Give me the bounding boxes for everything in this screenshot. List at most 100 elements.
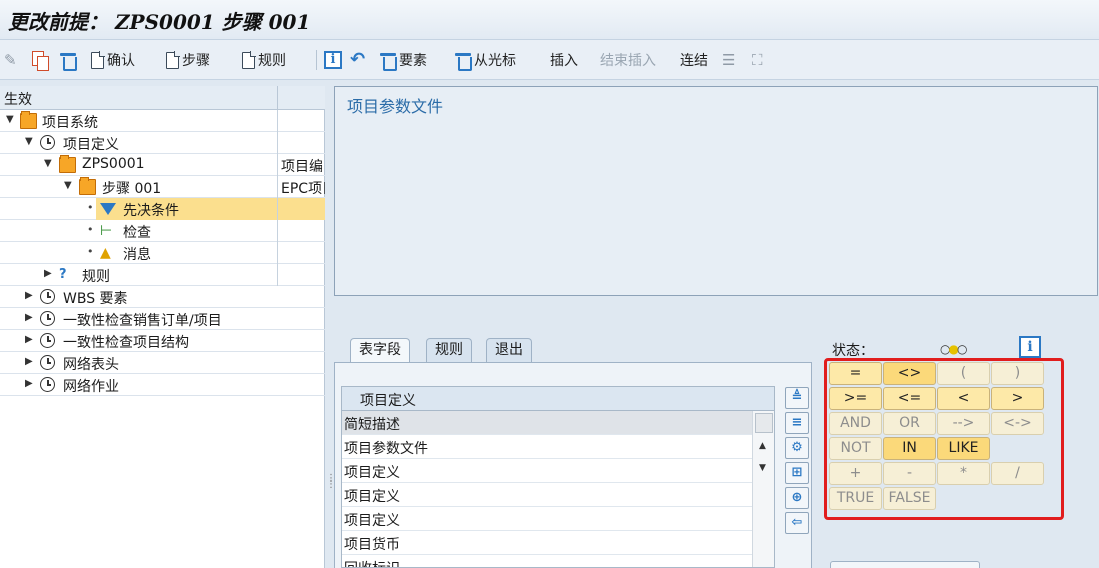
copy-button[interactable] bbox=[32, 48, 49, 72]
op-equivalent-button[interactable]: <-> bbox=[991, 412, 1044, 435]
clock-icon bbox=[40, 377, 55, 392]
op-multiply-button[interactable]: * bbox=[937, 462, 990, 485]
op-not-button[interactable]: NOT bbox=[829, 437, 882, 460]
tree-node-network-header[interactable]: ▶ 网络表头 bbox=[0, 352, 325, 374]
tree-node-label: 先决条件 bbox=[123, 203, 179, 219]
op-close-paren-button[interactable]: ) bbox=[991, 362, 1044, 385]
from-cursor-button[interactable]: 从光标 bbox=[455, 48, 516, 72]
op-implies-button[interactable]: --> bbox=[937, 412, 990, 435]
funnel-icon bbox=[100, 203, 116, 215]
tree-node-prerequisite[interactable]: • 先决条件 bbox=[0, 198, 325, 220]
op-minus-button[interactable]: - bbox=[883, 462, 936, 485]
scroll-thumb[interactable] bbox=[755, 413, 773, 433]
clock-icon bbox=[40, 289, 55, 304]
display-change-button[interactable]: ✎ bbox=[4, 48, 22, 72]
expand-arrow-icon[interactable]: ▶ bbox=[25, 378, 33, 389]
op-lt-button[interactable]: < bbox=[937, 387, 990, 410]
glasses-pencil-icon: ✎ bbox=[4, 51, 17, 69]
op-false-button[interactable]: FALSE bbox=[883, 487, 936, 510]
tab-exit[interactable]: 退出 bbox=[486, 338, 532, 362]
step-button[interactable]: 步骤 bbox=[166, 48, 210, 72]
info-icon[interactable]: i bbox=[1019, 336, 1041, 358]
field-details-button[interactable]: ⚙ bbox=[785, 437, 809, 459]
tree-node-wbs[interactable]: ▶ WBS 要素 bbox=[0, 286, 325, 308]
tree-node-structure-check[interactable]: ▶ 一致性检查项目结构 bbox=[0, 330, 325, 352]
delete-line-button[interactable]: ☰ bbox=[722, 48, 740, 72]
scroll-down-icon[interactable]: ▼ bbox=[759, 463, 766, 473]
confirm-button[interactable]: 确认 bbox=[91, 48, 135, 72]
tree-node-network-activity[interactable]: ▶ 网络作业 bbox=[0, 374, 325, 396]
tree-node-message[interactable]: • ▲ 消息 bbox=[0, 242, 325, 264]
top-button[interactable]: ≜ bbox=[785, 387, 809, 409]
tree-node-description: EPC项目 bbox=[281, 181, 325, 197]
op-divide-button[interactable]: / bbox=[991, 462, 1044, 485]
tree-node-check[interactable]: • ⊢ 检查 bbox=[0, 220, 325, 242]
tree-node-label: ZPS0001 bbox=[82, 156, 145, 172]
list-item[interactable]: 简短描述 bbox=[342, 411, 752, 435]
op-open-paren-button[interactable]: ( bbox=[937, 362, 990, 385]
bottom-button[interactable]: ≡ bbox=[785, 412, 809, 434]
insert-button[interactable]: 插入 bbox=[550, 48, 578, 72]
page-title: 更改前提： ZPS0001 步骤 001 bbox=[8, 10, 311, 34]
op-or-button[interactable]: OR bbox=[883, 412, 936, 435]
document-icon bbox=[242, 50, 256, 69]
op-like-button[interactable]: LIKE bbox=[937, 437, 990, 460]
expand-arrow-icon[interactable]: ▶ bbox=[25, 312, 33, 323]
list-item[interactable]: 项目货币 bbox=[342, 531, 752, 555]
tree-node-step-001[interactable]: ▼ 步骤 001 EPC项目 bbox=[0, 176, 325, 198]
op-not-equal-button[interactable]: <> bbox=[883, 362, 936, 385]
tree-node-sales-order-check[interactable]: ▶ 一致性检查销售订单/项目 bbox=[0, 308, 325, 330]
link-button[interactable]: 连结 bbox=[680, 48, 708, 72]
list-item[interactable]: 回收标识 bbox=[342, 555, 752, 567]
op-gt-button[interactable]: > bbox=[991, 387, 1044, 410]
op-and-button[interactable]: AND bbox=[829, 412, 882, 435]
expand-arrow-icon[interactable]: ▶ bbox=[25, 334, 33, 345]
tree-node-project-definition[interactable]: ▼ 项目定义 bbox=[0, 132, 325, 154]
op-in-button[interactable]: IN bbox=[883, 437, 936, 460]
clock-icon bbox=[40, 311, 55, 326]
end-insert-button[interactable]: 结束插入 bbox=[600, 48, 656, 72]
condition-editor[interactable]: 项目参数文件 bbox=[334, 86, 1098, 296]
tree-node-label: 网络作业 bbox=[63, 379, 119, 395]
traffic-light-icon: ○●○ bbox=[940, 342, 967, 356]
op-lte-button[interactable]: <= bbox=[883, 387, 936, 410]
find-button[interactable]: ⊞ bbox=[785, 462, 809, 484]
list-item[interactable]: 项目参数文件 bbox=[342, 435, 752, 459]
move-button[interactable]: ⛶ bbox=[752, 48, 770, 72]
list-item[interactable]: 项目定义 bbox=[342, 459, 752, 483]
scroll-up-icon[interactable]: ▲ bbox=[759, 441, 766, 451]
rule-button[interactable]: 规则 bbox=[242, 48, 286, 72]
find-next-button[interactable]: ⊕ bbox=[785, 487, 809, 509]
list-item[interactable]: 项目定义 bbox=[342, 483, 752, 507]
delete-button[interactable] bbox=[60, 48, 77, 72]
collapse-arrow-icon[interactable]: ▼ bbox=[64, 180, 72, 191]
op-plus-button[interactable]: + bbox=[829, 462, 882, 485]
collapse-arrow-icon[interactable]: ▼ bbox=[44, 158, 52, 169]
tree-header: 生效 bbox=[0, 86, 325, 110]
tree-node-zps0001[interactable]: ▼ ZPS0001 项目编 bbox=[0, 154, 325, 176]
undo-button[interactable]: ↶ bbox=[350, 48, 368, 72]
field-list-scrollbar[interactable]: ▲ ▼ bbox=[752, 411, 774, 567]
element-button[interactable]: 要素 bbox=[380, 48, 427, 72]
insert-label: 插入 bbox=[550, 53, 578, 69]
collapse-arrow-icon[interactable]: ▼ bbox=[6, 114, 14, 125]
transfer-button[interactable]: ⇦ bbox=[785, 512, 809, 534]
tree-node-project-system[interactable]: ▼ 项目系统 bbox=[0, 110, 325, 132]
tree-node-rule[interactable]: ▶ ? 规则 bbox=[0, 264, 325, 286]
clock-icon bbox=[40, 355, 55, 370]
application-toolbar: ✎ 确认 步骤 规则 i ↶ 要素 从光标 插入 结束插入 连结 ☰ ⛶ bbox=[0, 40, 1099, 80]
expand-arrow-icon[interactable]: ▶ bbox=[25, 290, 33, 301]
tab-table-fields[interactable]: 表字段 bbox=[350, 338, 410, 362]
tab-rules[interactable]: 规则 bbox=[426, 338, 472, 362]
list-item[interactable]: 项目定义 bbox=[342, 507, 752, 531]
op-true-button[interactable]: TRUE bbox=[829, 487, 882, 510]
op-gte-button[interactable]: >= bbox=[829, 387, 882, 410]
binoculars-icon: ⊞ bbox=[791, 465, 803, 480]
bottom-action-button[interactable] bbox=[830, 561, 980, 568]
collapse-arrow-icon[interactable]: ▼ bbox=[25, 136, 33, 147]
info-button[interactable]: i bbox=[324, 48, 342, 72]
expand-arrow-icon[interactable]: ▶ bbox=[44, 268, 52, 279]
expand-arrow-icon[interactable]: ▶ bbox=[25, 356, 33, 367]
link-label: 连结 bbox=[680, 53, 708, 69]
op-equal-button[interactable]: = bbox=[829, 362, 882, 385]
